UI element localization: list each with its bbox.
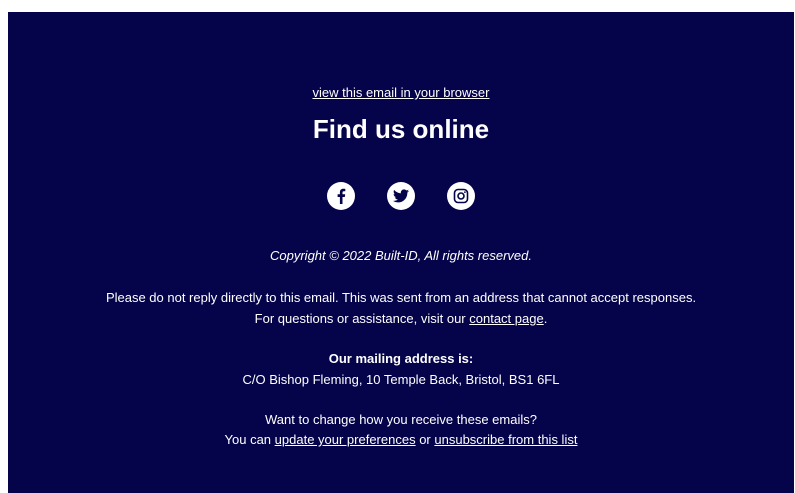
- no-reply-notice: Please do not reply directly to this ema…: [105, 290, 697, 305]
- copyright-text: Copyright © 2022 Built-ID, All rights re…: [270, 248, 532, 263]
- preferences-line: You can update your preferences or unsub…: [8, 432, 794, 447]
- contact-prefix: For questions or assistance, visit our: [254, 311, 470, 326]
- social-links: [8, 182, 794, 210]
- twitter-icon[interactable]: [387, 182, 415, 210]
- mailing-address: C/O Bishop Fleming, 10 Temple Back, Bris…: [242, 372, 560, 387]
- view-in-browser-link[interactable]: view this email in your browser: [312, 85, 489, 100]
- find-us-heading: Find us online: [312, 114, 490, 144]
- mailing-address-label: Our mailing address is:: [328, 351, 474, 366]
- update-preferences-link[interactable]: update your preferences: [275, 432, 416, 447]
- contact-suffix: .: [543, 311, 548, 326]
- contact-page-link[interactable]: contact page: [469, 311, 543, 326]
- browser-link-row: view this email in your browser: [8, 85, 794, 100]
- contact-line: For questions or assistance, visit our c…: [8, 311, 794, 326]
- unsubscribe-link[interactable]: unsubscribe from this list: [434, 432, 577, 447]
- preferences-question: Want to change how you receive these ema…: [265, 412, 537, 427]
- email-footer: view this email in your browser Find us …: [8, 12, 794, 493]
- facebook-icon[interactable]: [327, 182, 355, 210]
- preferences-prefix: You can: [224, 432, 275, 447]
- instagram-icon[interactable]: [447, 182, 475, 210]
- preferences-middle: or: [415, 432, 435, 447]
